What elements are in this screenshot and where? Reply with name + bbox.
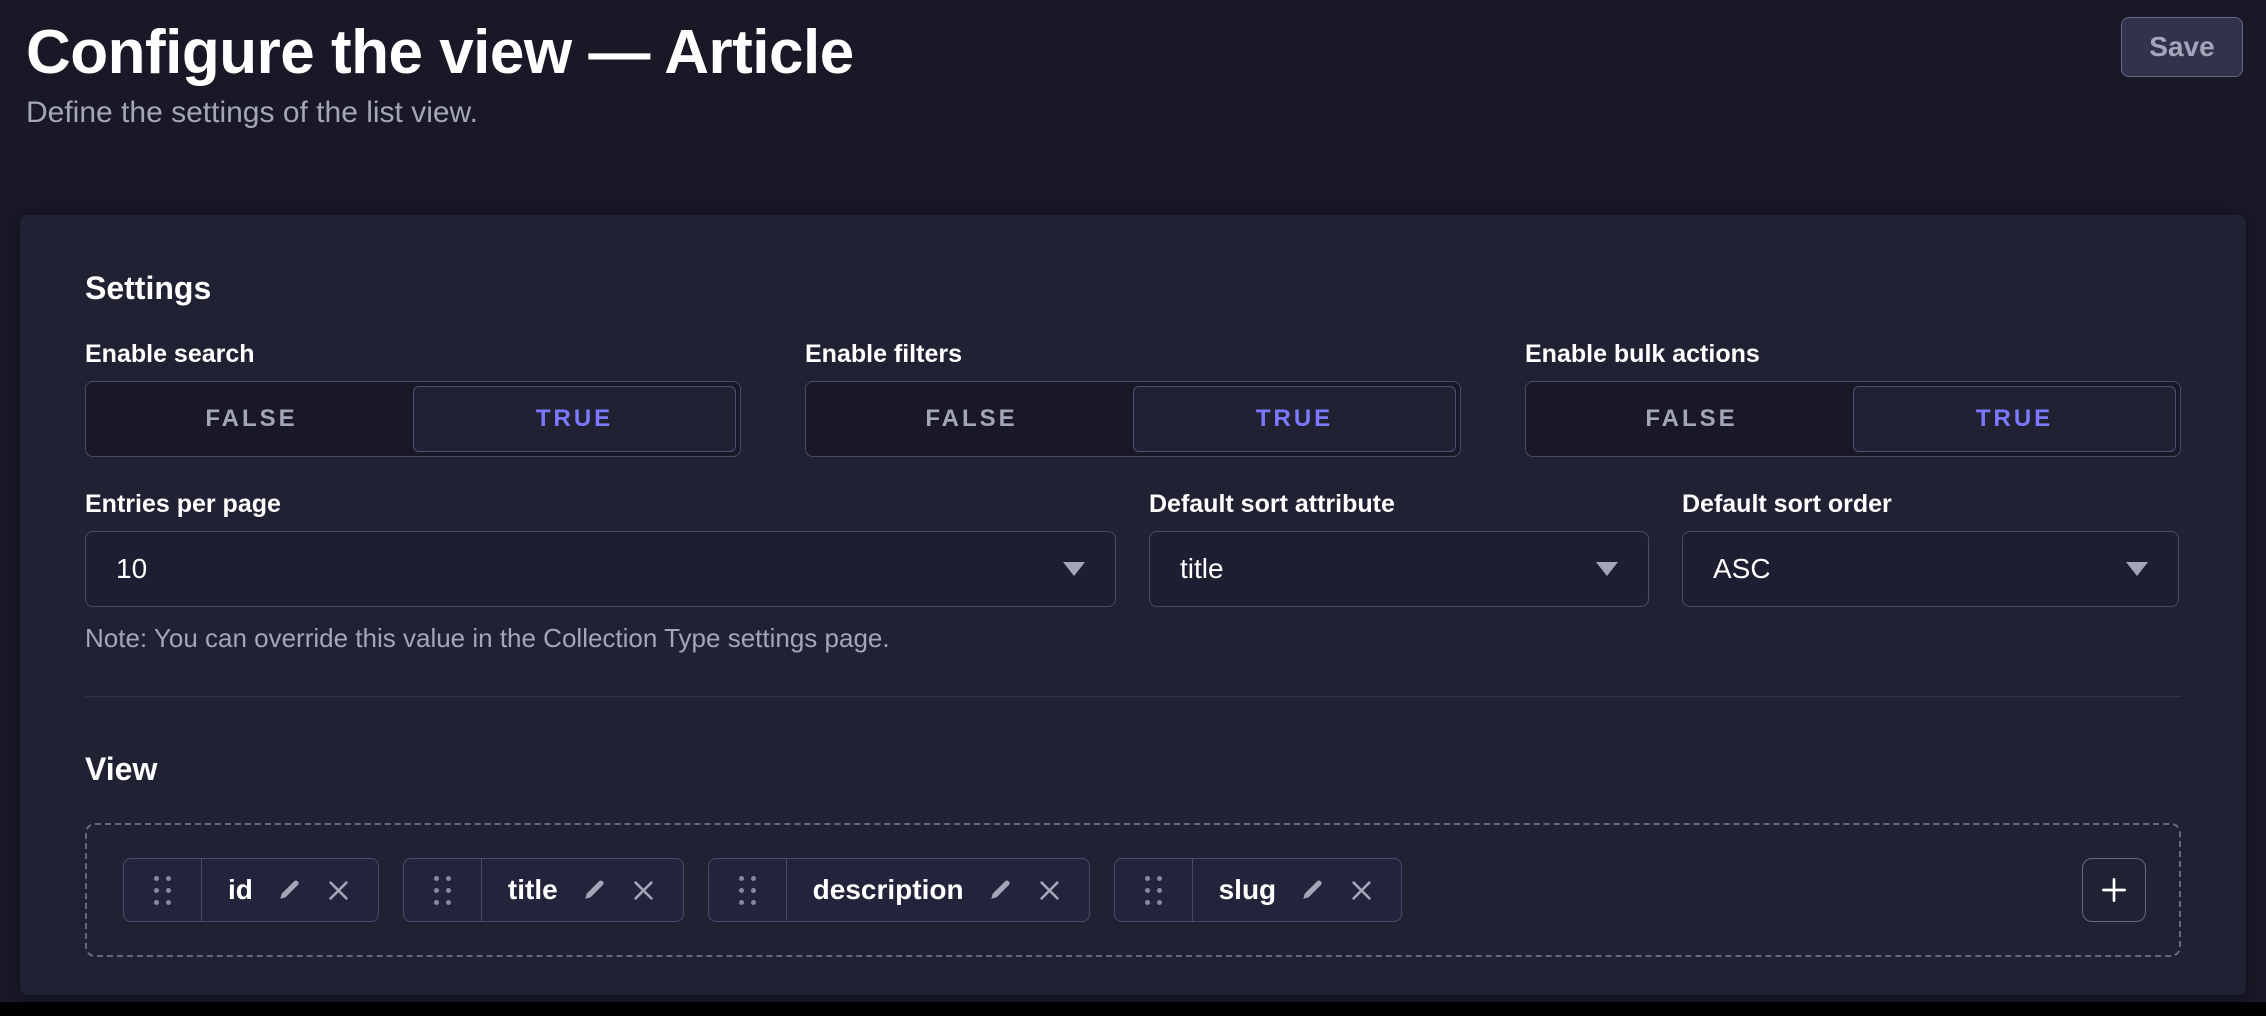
pencil-icon [1298, 876, 1326, 904]
page-subtitle: Define the settings of the list view. [26, 96, 854, 130]
plus-icon [2098, 874, 2130, 906]
select-value: 10 [116, 553, 147, 585]
field-enable-filters: Enable filters FALSE TRUE [805, 340, 1461, 457]
view-heading: View [85, 751, 2181, 788]
selects-row: Entries per page 10 Default sort attribu… [85, 490, 2181, 607]
enable-search-true-option[interactable]: TRUE [413, 386, 736, 452]
chevron-down-icon [1596, 562, 1618, 576]
page-header-text: Configure the view — Article Define the … [26, 16, 854, 130]
edit-field-button[interactable] [275, 876, 303, 904]
field-chip-description: description [708, 858, 1090, 922]
enable-filters-true-option[interactable]: TRUE [1133, 386, 1456, 452]
page-title: Configure the view — Article [26, 16, 854, 90]
field-label: Enable search [85, 340, 741, 369]
field-label: Default sort order [1682, 490, 2179, 519]
section-divider [85, 696, 2181, 697]
field-enable-search: Enable search FALSE TRUE [85, 340, 741, 457]
remove-field-button[interactable] [630, 877, 657, 904]
enable-bulk-actions-true-option[interactable]: TRUE [1853, 386, 2176, 452]
close-icon [1036, 877, 1063, 904]
drag-handle-icon[interactable] [1115, 859, 1193, 921]
field-label: Enable filters [805, 340, 1461, 369]
select-value: title [1180, 553, 1224, 585]
edit-field-button[interactable] [1298, 876, 1326, 904]
enable-filters-toggle: FALSE TRUE [805, 381, 1461, 457]
default-sort-attribute-select[interactable]: title [1149, 531, 1649, 607]
bottom-edge-bar [0, 1002, 2266, 1016]
toggles-row: Enable search FALSE TRUE Enable filters … [85, 340, 2181, 457]
field-chip-slug: slug [1114, 858, 1403, 922]
pencil-icon [275, 876, 303, 904]
enable-search-false-option[interactable]: FALSE [90, 386, 413, 452]
save-button[interactable]: Save [2121, 17, 2243, 77]
close-icon [630, 877, 657, 904]
page-header: Configure the view — Article Define the … [0, 0, 2266, 130]
field-enable-bulk-actions: Enable bulk actions FALSE TRUE [1525, 340, 2181, 457]
field-chip-name: description [813, 874, 964, 906]
field-chip-name: id [228, 874, 253, 906]
field-label: Entries per page [85, 490, 1116, 519]
field-chip-dropzone: id title [85, 823, 2181, 957]
settings-panel: Settings Enable search FALSE TRUE Enable… [20, 215, 2246, 995]
drag-handle-icon[interactable] [709, 859, 787, 921]
add-field-button[interactable] [2082, 858, 2146, 922]
close-icon [1348, 877, 1375, 904]
field-default-sort-attribute: Default sort attribute title [1149, 490, 1649, 607]
edit-field-button[interactable] [986, 876, 1014, 904]
field-label: Enable bulk actions [1525, 340, 2181, 369]
drag-handle-icon[interactable] [124, 859, 202, 921]
field-label: Default sort attribute [1149, 490, 1649, 519]
enable-bulk-actions-toggle: FALSE TRUE [1525, 381, 2181, 457]
note-text: Note: You can override this value in the… [85, 623, 2181, 654]
field-chip-name: slug [1219, 874, 1277, 906]
remove-field-button[interactable] [1036, 877, 1063, 904]
chevron-down-icon [1063, 562, 1085, 576]
entries-per-page-select[interactable]: 10 [85, 531, 1116, 607]
edit-field-button[interactable] [580, 876, 608, 904]
settings-heading: Settings [85, 270, 2181, 307]
select-value: ASC [1713, 553, 1771, 585]
field-default-sort-order: Default sort order ASC [1682, 490, 2179, 607]
enable-bulk-actions-false-option[interactable]: FALSE [1530, 386, 1853, 452]
pencil-icon [580, 876, 608, 904]
field-entries-per-page: Entries per page 10 [85, 490, 1116, 607]
drag-handle-icon[interactable] [404, 859, 482, 921]
field-chip-title: title [403, 858, 684, 922]
remove-field-button[interactable] [325, 877, 352, 904]
close-icon [325, 877, 352, 904]
remove-field-button[interactable] [1348, 877, 1375, 904]
default-sort-order-select[interactable]: ASC [1682, 531, 2179, 607]
pencil-icon [986, 876, 1014, 904]
field-chip-id: id [123, 858, 379, 922]
enable-search-toggle: FALSE TRUE [85, 381, 741, 457]
chevron-down-icon [2126, 562, 2148, 576]
enable-filters-false-option[interactable]: FALSE [810, 386, 1133, 452]
field-chip-name: title [508, 874, 558, 906]
